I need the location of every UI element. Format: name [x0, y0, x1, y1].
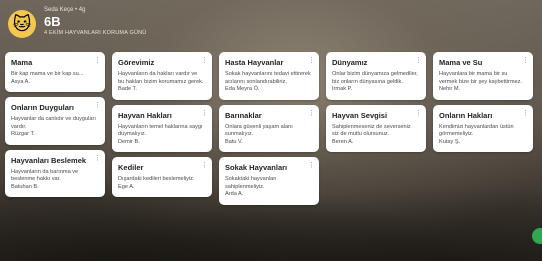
- more-vertical-icon[interactable]: ⋮: [522, 109, 529, 117]
- post-body: Hayvanlara bir mama bir su vermek bize b…: [439, 71, 522, 85]
- post-title: Barınaklar: [225, 110, 262, 120]
- post-body: Sahiplenmeseniz de severseniz siz de mut…: [332, 123, 411, 138]
- post-author: Kutay Ş.: [439, 138, 461, 145]
- post-body: Hayvanlar da canlıdır ve duyguları vardı…: [11, 116, 96, 130]
- post-author: Irmak P.: [332, 86, 353, 92]
- post-card[interactable]: Mama Bir kap mama ve bir kap su... Asya A.…: [5, 52, 105, 92]
- more-vertical-icon[interactable]: ⋮: [201, 57, 208, 64]
- post-column: Hasta Hayvanlar Sokak hayvanlarını tedavi…: [219, 52, 319, 205]
- post-author: Batuhan B.: [11, 183, 39, 190]
- more-vertical-icon[interactable]: ⋮: [94, 57, 101, 64]
- more-vertical-icon[interactable]: ⋮: [94, 154, 101, 162]
- more-vertical-icon[interactable]: ⋮: [201, 162, 208, 169]
- post-body: Sokaktaki hayvanları sahiplenmeliyiz.: [225, 176, 277, 190]
- post-card[interactable]: Sokak Hayvanları Sokaktaki hayvanları sah…: [219, 157, 319, 205]
- board-avatar-icon[interactable]: 🐱: [8, 10, 36, 38]
- post-author: Ege A.: [118, 183, 135, 190]
- post-body: Bir kap mama ve bir kap su...: [11, 71, 84, 77]
- post-body: Hayvanların da barınma ve beslenme hakkı…: [11, 168, 79, 183]
- header-text: Seda Keçe • 4g 6B 4 EKİM HAYVANLARI KORU…: [44, 6, 146, 37]
- more-vertical-icon[interactable]: ⋮: [308, 57, 315, 64]
- more-vertical-icon[interactable]: ⋮: [308, 109, 315, 117]
- more-vertical-icon[interactable]: ⋮: [308, 162, 315, 169]
- more-vertical-icon[interactable]: ⋮: [94, 102, 101, 109]
- post-author: Asya A.: [11, 78, 30, 85]
- post-title: Hayvan Sevgisi: [332, 110, 388, 120]
- board-title: 6B: [44, 14, 61, 29]
- board-author: Seda Keçe • 4g: [44, 7, 86, 13]
- post-title: Görevimiz: [118, 58, 155, 67]
- post-card[interactable]: Hayvanları Beslemek Hayvanların da barınm…: [5, 149, 105, 197]
- post-title: Kediler: [118, 163, 144, 172]
- post-title: Sokak Hayvanları: [225, 163, 288, 172]
- add-post-button[interactable]: [532, 228, 542, 244]
- post-body: Hayvanların da hakları vardır ve bu hakl…: [118, 71, 204, 85]
- board-header: 🐱 Seda Keçe • 4g 6B 4 EKİM HAYVANLARI KO…: [0, 0, 542, 46]
- post-author: Demir B.: [118, 138, 140, 145]
- post-body: Onlar bizim dünyamıza gelmediler, biz on…: [332, 71, 418, 85]
- post-card[interactable]: Onların Hakları Kendimizi hayvanlardan üs…: [433, 104, 533, 152]
- post-title: Onların Duyguları: [11, 103, 74, 112]
- post-body: Hayvanların temel haklarına saygı duymal…: [118, 123, 203, 138]
- post-title: Hasta Hayvanlar: [225, 58, 284, 67]
- post-card[interactable]: Hayvan Hakları Hayvanların temel hakların…: [112, 104, 212, 152]
- post-card[interactable]: Onların Duyguları Hayvanlar da canlıdır v…: [5, 97, 105, 145]
- post-title: Onların Hakları: [439, 110, 493, 120]
- post-author: Bade T.: [118, 86, 137, 92]
- post-column: Görevimiz Hayvanların da hakları vardır v…: [112, 52, 212, 197]
- post-column: Mama ve Su Hayvanlara bir mama bir su ver…: [433, 52, 533, 152]
- post-author: Arda A.: [225, 191, 244, 197]
- post-author: Beren A.: [332, 138, 354, 145]
- more-vertical-icon[interactable]: ⋮: [415, 109, 422, 117]
- post-card[interactable]: Kediler Dışardaki kedileri beslemeliyiz. E…: [112, 157, 212, 197]
- post-title: Hayvanları Beslemek: [11, 155, 87, 165]
- post-title: Hayvan Hakları: [118, 110, 172, 120]
- post-column: Dünyamız Onlar bizim dünyamıza gelmediler…: [326, 52, 426, 152]
- post-card[interactable]: Mama ve Su Hayvanlara bir mama bir su ver…: [433, 52, 533, 100]
- post-card[interactable]: Hasta Hayvanlar Sokak hayvanlarını tedavi…: [219, 52, 319, 100]
- post-title: Mama ve Su: [439, 58, 483, 67]
- post-body: Sokak hayvanlarını tedavi ettirerek acıl…: [225, 71, 311, 85]
- post-body: Kendimizi hayvanlardan üstün görmemeliyi…: [439, 123, 514, 138]
- post-card[interactable]: Hayvan Sevgisi Sahiplenmeseniz de severse…: [326, 104, 426, 152]
- more-vertical-icon[interactable]: ⋮: [522, 57, 529, 64]
- post-title: Mama: [11, 58, 33, 67]
- post-column: Mama Bir kap mama ve bir kap su... Asya A.…: [5, 52, 105, 197]
- more-vertical-icon[interactable]: ⋮: [201, 109, 208, 117]
- post-card[interactable]: Görevimiz Hayvanların da hakları vardır v…: [112, 52, 212, 100]
- post-author: Nehir M.: [439, 86, 461, 92]
- post-body: Dışardaki kedileri beslemeliyiz.: [118, 176, 195, 182]
- board-subtitle: 4 EKİM HAYVANLARI KORUMA GÜNÜ: [44, 30, 147, 36]
- post-author: Eda Meyra Ö.: [225, 86, 260, 92]
- post-title: Dünyamız: [332, 58, 368, 67]
- post-body: Onlara güvenli yaşam alanı sunmalıyız.: [225, 123, 293, 138]
- more-vertical-icon[interactable]: ⋮: [415, 57, 422, 64]
- post-card[interactable]: Barınaklar Onlara güvenli yaşam alanı sun…: [219, 104, 319, 152]
- post-author: Batu V.: [225, 138, 243, 145]
- post-card[interactable]: Dünyamız Onlar bizim dünyamıza gelmediler…: [326, 52, 426, 100]
- post-author: Rüzgar T.: [11, 131, 35, 137]
